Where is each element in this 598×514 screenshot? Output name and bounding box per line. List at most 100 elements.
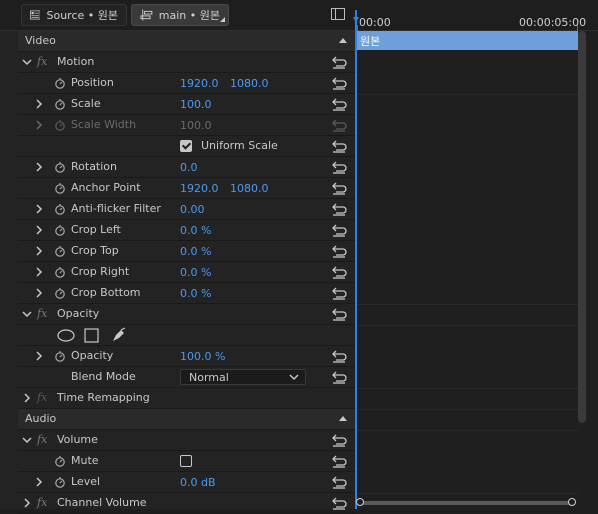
reset-icon[interactable] (331, 161, 347, 174)
anchor-point-x-value[interactable]: 1920.0 (180, 182, 219, 195)
effect-time-remapping[interactable]: fx Time Remapping (18, 388, 355, 409)
reset-icon[interactable] (331, 476, 347, 489)
horizontal-scrollbar[interactable] (359, 501, 573, 505)
reset-icon[interactable] (331, 308, 347, 321)
opacity-value[interactable]: 100.0 % (180, 350, 225, 363)
reset-icon[interactable] (331, 56, 347, 69)
reset-icon[interactable] (331, 245, 347, 258)
section-video[interactable]: Video (18, 31, 355, 52)
ellipse-mask-icon[interactable] (57, 329, 75, 342)
reset-icon[interactable] (331, 497, 347, 510)
chevron-down-icon[interactable] (22, 435, 32, 445)
pen-mask-icon[interactable] (111, 327, 127, 343)
reset-icon[interactable] (331, 203, 347, 216)
chevron-right-icon (36, 120, 43, 130)
stopwatch-icon[interactable] (54, 161, 66, 173)
reset-icon[interactable] (331, 140, 347, 153)
scroll-start-handle[interactable] (356, 498, 364, 506)
rotation-value[interactable]: 0.0 (180, 161, 198, 174)
reset-icon[interactable] (331, 434, 347, 447)
reset-icon[interactable] (331, 182, 347, 195)
reset-icon[interactable] (331, 77, 347, 90)
effect-motion[interactable]: fx Motion (18, 52, 355, 73)
stopwatch-icon[interactable] (54, 182, 66, 194)
stopwatch-icon[interactable] (54, 455, 66, 467)
timeline-gridline (355, 388, 578, 389)
section-audio[interactable]: Audio (18, 409, 355, 430)
scroll-end-handle[interactable] (568, 498, 576, 506)
rectangle-mask-icon[interactable] (84, 328, 99, 343)
time-ruler[interactable]: 00:00 00:00:05:00 (355, 10, 598, 31)
collapse-up-icon[interactable] (339, 38, 347, 43)
chevron-right-icon[interactable] (34, 477, 44, 487)
stopwatch-icon[interactable] (54, 98, 66, 110)
position-y-value[interactable]: 1080.0 (230, 77, 269, 90)
uniform-scale-checkbox[interactable] (180, 140, 192, 152)
stopwatch-icon[interactable] (54, 77, 66, 89)
reset-icon[interactable] (331, 287, 347, 300)
stopwatch-icon[interactable] (54, 203, 66, 215)
timeline-clip[interactable]: 원본 (357, 31, 578, 50)
left-gutter (0, 31, 18, 509)
tab-main[interactable]: main • 원본 (131, 4, 229, 26)
effect-timeline[interactable] (355, 31, 598, 509)
panel-layout-icon[interactable] (331, 8, 345, 20)
reset-icon[interactable] (331, 98, 347, 111)
anti-flicker-value[interactable]: 0.00 (180, 203, 205, 216)
fx-icon: fx (37, 391, 48, 404)
level-value[interactable]: 0.0 dB (180, 476, 216, 489)
tab-menu-corner-icon[interactable] (220, 17, 225, 22)
tab-source[interactable]: Source • 원본 (21, 4, 127, 26)
effect-opacity[interactable]: fx Opacity (18, 304, 355, 325)
reset-icon[interactable] (331, 266, 347, 279)
stopwatch-icon[interactable] (54, 266, 66, 278)
fx-icon[interactable]: fx (37, 55, 47, 68)
reset-icon[interactable] (331, 224, 347, 237)
chevron-right-icon[interactable] (34, 225, 44, 235)
crop-right-value[interactable]: 0.0 % (180, 266, 211, 279)
stopwatch-icon[interactable] (54, 350, 66, 362)
chevron-right-icon[interactable] (34, 246, 44, 256)
chevron-right-icon[interactable] (34, 162, 44, 172)
effect-channel-volume[interactable]: fx Channel Volume (18, 493, 355, 514)
chevron-down-icon[interactable] (22, 309, 32, 319)
crop-left-value[interactable]: 0.0 % (180, 224, 211, 237)
reset-icon (332, 119, 347, 132)
playhead[interactable] (355, 10, 357, 509)
fx-icon[interactable]: fx (37, 496, 47, 509)
chevron-down-icon[interactable] (22, 57, 32, 67)
collapse-up-icon[interactable] (339, 416, 347, 421)
fx-icon[interactable]: fx (37, 433, 47, 446)
stopwatch-icon[interactable] (54, 287, 66, 299)
reset-icon[interactable] (331, 455, 347, 468)
level-label: Level (71, 475, 101, 488)
mask-tools (18, 325, 355, 346)
scale-value[interactable]: 100.0 (180, 98, 212, 111)
chevron-right-icon[interactable] (34, 351, 44, 361)
property-crop-left: Crop Left 0.0 % (18, 220, 355, 241)
anchor-point-y-value[interactable]: 1080.0 (230, 182, 269, 195)
stopwatch-icon[interactable] (54, 476, 66, 488)
chevron-right-icon[interactable] (34, 99, 44, 109)
chevron-right-icon[interactable] (34, 288, 44, 298)
chevron-right-icon[interactable] (22, 393, 32, 403)
crop-bottom-value[interactable]: 0.0 % (180, 287, 211, 300)
fx-icon[interactable]: fx (37, 307, 47, 320)
blend-mode-select[interactable]: Normal (180, 369, 306, 385)
stopwatch-icon[interactable] (54, 224, 66, 236)
effect-controls-panel: Video fx Motion Position 1920.0 1080.0 S… (18, 31, 355, 514)
crop-top-value[interactable]: 0.0 % (180, 245, 211, 258)
reset-icon[interactable] (331, 350, 347, 363)
scale-width-label: Scale Width (71, 118, 137, 131)
chevron-right-icon[interactable] (34, 267, 44, 277)
effect-volume[interactable]: fx Volume (18, 430, 355, 451)
effect-opacity-label: Opacity (57, 307, 100, 320)
stopwatch-icon[interactable] (54, 245, 66, 257)
chevron-right-icon[interactable] (22, 498, 32, 508)
vertical-scrollbar[interactable] (578, 31, 586, 423)
reset-icon[interactable] (331, 371, 347, 384)
chevron-right-icon[interactable] (34, 204, 44, 214)
position-x-value[interactable]: 1920.0 (180, 77, 219, 90)
playhead-handle[interactable] (353, 17, 359, 23)
mute-checkbox[interactable] (180, 455, 192, 467)
